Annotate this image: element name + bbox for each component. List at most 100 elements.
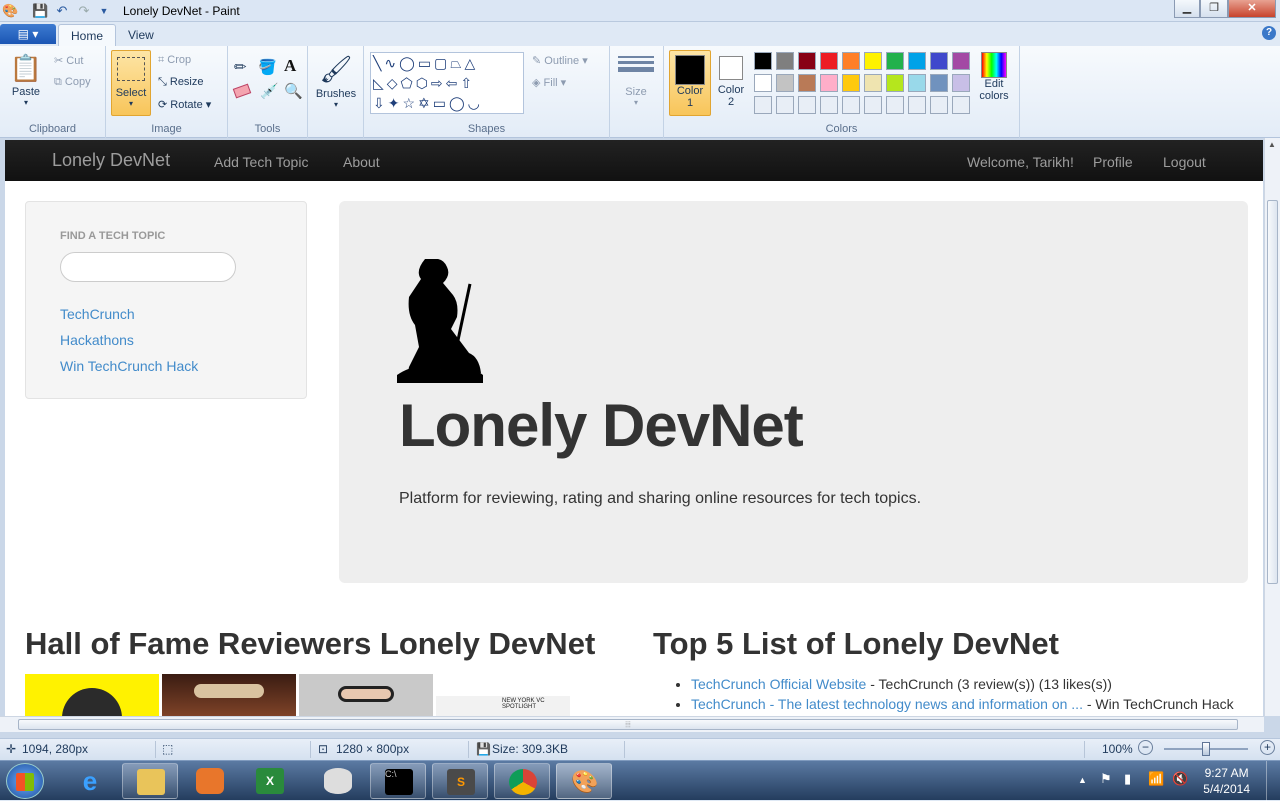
- size-button[interactable]: Size ▾: [618, 54, 654, 107]
- palette-swatch[interactable]: [776, 96, 794, 114]
- fill-button[interactable]: ◈ Fill ▾: [532, 76, 566, 89]
- paint-app-icon[interactable]: 🎨: [2, 3, 18, 19]
- vertical-scroll-thumb[interactable]: [1267, 200, 1278, 584]
- canvas-image[interactable]: Lonely DevNet Add Tech Topic About Welco…: [5, 140, 1263, 718]
- palette-swatch[interactable]: [820, 74, 838, 92]
- save-icon[interactable]: 💾: [32, 3, 48, 19]
- taskbar-chrome[interactable]: [494, 763, 550, 799]
- colors-label: Colors: [825, 123, 858, 135]
- zoom-in-button[interactable]: +: [1260, 740, 1275, 755]
- brushes-button[interactable]: 🖌 Brushes ▾: [314, 50, 358, 109]
- show-desktop-button[interactable]: [1266, 761, 1280, 801]
- text-tool-icon[interactable]: A: [284, 56, 296, 76]
- edit-colors-button[interactable]: Edit colors: [974, 52, 1014, 102]
- palette-swatch[interactable]: [930, 74, 948, 92]
- close-button[interactable]: ✕: [1228, 0, 1276, 18]
- palette-swatch[interactable]: [886, 74, 904, 92]
- undo-icon[interactable]: ↶: [54, 3, 70, 19]
- palette-swatch[interactable]: [908, 52, 926, 70]
- help-icon[interactable]: ?: [1262, 26, 1276, 40]
- magnifier-icon[interactable]: 🔍: [284, 82, 303, 100]
- shapes-gallery[interactable]: ╲∿◯▭▢⏢△ ◺◇⬠⬡⇨⇦⇧ ⇩✦☆✡▭◯◡: [370, 52, 524, 114]
- palette-swatch[interactable]: [886, 52, 904, 70]
- site-jumbotron: Lonely DevNet Platform for reviewing, ra…: [339, 201, 1248, 583]
- resize-button[interactable]: ⤡ Resize: [158, 76, 204, 89]
- tab-view[interactable]: View: [116, 24, 166, 46]
- palette-swatch[interactable]: [886, 96, 904, 114]
- command-prompt-icon: C:\: [385, 769, 413, 795]
- palette-swatch[interactable]: [952, 74, 970, 92]
- start-button[interactable]: [6, 763, 44, 799]
- clock[interactable]: 9:27 AM 5/4/2014: [1203, 765, 1250, 797]
- pencil-icon[interactable]: ✏: [234, 58, 247, 76]
- cut-button[interactable]: ✂ Cut: [54, 54, 83, 67]
- minimize-button[interactable]: ▁: [1174, 0, 1200, 18]
- rainbow-icon: [981, 52, 1007, 78]
- vertical-scrollbar[interactable]: ▲: [1264, 138, 1280, 716]
- taskbar-paint[interactable]: 🎨: [556, 763, 612, 799]
- color2-button[interactable]: Color 2: [714, 50, 748, 116]
- palette-swatch[interactable]: [798, 52, 816, 70]
- taskbar-ie[interactable]: e: [62, 763, 118, 799]
- palette-swatch[interactable]: [798, 74, 816, 92]
- palette-swatch[interactable]: [842, 74, 860, 92]
- palette-swatch[interactable]: [864, 74, 882, 92]
- palette-swatch[interactable]: [864, 52, 882, 70]
- horizontal-scroll-thumb[interactable]: ⦙⦙⦙: [18, 719, 1238, 730]
- taskbar-explorer[interactable]: [122, 763, 178, 799]
- horizontal-scrollbar[interactable]: ⦙⦙⦙: [0, 716, 1264, 732]
- palette-swatch[interactable]: [930, 96, 948, 114]
- palette-swatch[interactable]: [908, 96, 926, 114]
- shapes-row-2: ◺◇⬠⬡⇨⇦⇧: [373, 75, 476, 91]
- palette-swatch[interactable]: [754, 52, 772, 70]
- palette-swatch[interactable]: [930, 52, 948, 70]
- zoom-out-button[interactable]: −: [1138, 740, 1153, 755]
- palette-swatch[interactable]: [820, 96, 838, 114]
- zoom-slider-thumb[interactable]: [1202, 742, 1210, 756]
- palette-swatch[interactable]: [754, 74, 772, 92]
- volume-muted-icon[interactable]: 🔇: [1172, 771, 1188, 787]
- crop-button[interactable]: ⌗ Crop: [158, 54, 191, 67]
- taskbar-cmd[interactable]: C:\: [370, 763, 426, 799]
- power-icon[interactable]: ▮: [1124, 771, 1131, 787]
- outline-button[interactable]: ✎ Outline ▾: [532, 54, 588, 67]
- cursor-position: 1094, 280px: [22, 742, 89, 756]
- paste-button[interactable]: 📋 Paste ▾: [6, 50, 46, 107]
- maximize-button[interactable]: ❐: [1200, 0, 1228, 18]
- palette-swatch[interactable]: [820, 52, 838, 70]
- paint-menu-button[interactable]: ▤ ▾: [0, 24, 56, 44]
- quick-access-dropdown-icon[interactable]: ▼: [96, 3, 112, 19]
- palette-swatch[interactable]: [776, 52, 794, 70]
- taskbar-database[interactable]: [310, 763, 366, 799]
- sublime-text-icon: S: [447, 769, 475, 795]
- network-icon[interactable]: 📶: [1148, 771, 1164, 787]
- palette-swatch[interactable]: [908, 74, 926, 92]
- palette-swatch[interactable]: [798, 96, 816, 114]
- eraser-icon[interactable]: [232, 83, 252, 99]
- rotate-button[interactable]: ⟳ Rotate ▾: [158, 98, 211, 111]
- select-button[interactable]: Select ▾: [111, 50, 151, 116]
- scroll-up-icon[interactable]: ▲: [1268, 140, 1276, 149]
- internet-explorer-icon: e: [82, 766, 98, 796]
- palette-swatch[interactable]: [952, 96, 970, 114]
- show-hidden-icons-icon[interactable]: ▲: [1078, 775, 1087, 785]
- folder-icon: [137, 769, 165, 795]
- palette-swatch[interactable]: [754, 96, 772, 114]
- redo-icon[interactable]: ↷: [76, 3, 92, 19]
- taskbar-excel[interactable]: X: [242, 763, 298, 799]
- palette-swatch[interactable]: [864, 96, 882, 114]
- fill-bucket-icon[interactable]: 🪣: [258, 58, 277, 76]
- taskbar-sublime[interactable]: S: [432, 763, 488, 799]
- fill-icon: ◈: [532, 77, 541, 89]
- action-center-flag-icon[interactable]: ⚑: [1100, 771, 1112, 787]
- palette-swatch[interactable]: [842, 96, 860, 114]
- palette-swatch[interactable]: [776, 74, 794, 92]
- taskbar-media-player[interactable]: [182, 763, 238, 799]
- color1-button[interactable]: Color 1: [669, 50, 711, 116]
- copy-button[interactable]: ⧉ Copy: [54, 76, 91, 89]
- select-dropdown-icon: ▾: [128, 99, 133, 108]
- color-picker-icon[interactable]: 💉: [260, 82, 279, 100]
- palette-swatch[interactable]: [842, 52, 860, 70]
- palette-swatch[interactable]: [952, 52, 970, 70]
- tab-home[interactable]: Home: [58, 24, 117, 46]
